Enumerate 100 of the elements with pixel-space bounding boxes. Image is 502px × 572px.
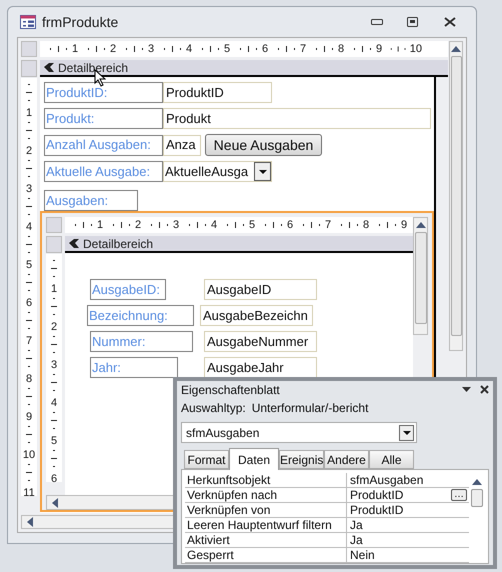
- ruler-number: 1: [50, 284, 58, 292]
- ruler-number: 4: [186, 44, 192, 54]
- dropdown-button[interactable]: [254, 162, 271, 181]
- text-field[interactable]: AusgabeJahr: [204, 357, 317, 378]
- ruler-number: 8: [26, 374, 32, 382]
- ruler-number: 7: [325, 220, 332, 230]
- new-issue-button[interactable]: Neue Ausgaben: [205, 134, 322, 156]
- property-name: Verknüpfen von: [185, 503, 347, 517]
- scrollbar-thumb[interactable]: [471, 489, 483, 507]
- ruler-number: 5: [50, 436, 58, 444]
- ruler-corner: [21, 41, 37, 57]
- property-value[interactable]: Ja: [347, 533, 469, 547]
- builder-button[interactable]: …: [451, 489, 467, 501]
- scrollbar-thumb[interactable]: [450, 56, 462, 336]
- combo-box[interactable]: AktuelleAusga: [163, 161, 272, 182]
- ruler-number: 1: [26, 108, 32, 116]
- caret-icon: [402, 430, 410, 434]
- field-label: Ausgaben:: [44, 190, 138, 211]
- scroll-left-icon: [52, 498, 58, 508]
- text-field[interactable]: AusgabeNummer: [204, 331, 317, 352]
- field-label: ProduktID:: [44, 82, 163, 103]
- property-tab[interactable]: Ereignis: [279, 450, 324, 469]
- ruler-number: 1: [72, 44, 78, 54]
- window-title: frmProdukte: [42, 12, 118, 32]
- selection-type-label: Auswahltyp:: [181, 400, 246, 416]
- ruler-number: 1: [97, 220, 104, 230]
- ruler-number: 6: [50, 474, 58, 482]
- ruler-number: 9: [26, 412, 32, 420]
- dropdown-button[interactable]: [399, 424, 414, 440]
- vertical-scrollbar[interactable]: [413, 217, 428, 335]
- section-title: Detailbereich: [58, 60, 128, 76]
- ruler-number: 2: [110, 44, 116, 54]
- field-label: AusgabeID:: [90, 279, 166, 300]
- ruler-number: 6: [262, 44, 268, 54]
- section-title: Detailbereich: [83, 236, 154, 252]
- section-header[interactable]: Detailbereich: [65, 236, 413, 253]
- property-name: Verknüpfen nach: [185, 488, 347, 502]
- field-label: Bezeichnung:: [87, 305, 194, 326]
- field-label: Anzahl Ausgaben:: [44, 134, 163, 156]
- ruler-number: 10: [410, 44, 422, 54]
- property-tab[interactable]: Alle: [369, 450, 414, 469]
- ruler-number: 6: [26, 298, 32, 306]
- text-field[interactable]: AusgabeBezeichn: [200, 305, 313, 326]
- property-name: Leeren Hauptentwurf filtern: [185, 518, 347, 532]
- property-tab[interactable]: Andere: [324, 450, 369, 469]
- ruler-number: 4: [211, 220, 218, 230]
- property-tab[interactable]: Format: [184, 450, 229, 469]
- scrollbar-thumb[interactable]: [414, 232, 426, 324]
- ruler-number: 4: [50, 398, 58, 406]
- property-name: Herkunftsobjekt: [185, 473, 347, 487]
- ruler-number: 2: [135, 220, 142, 230]
- ruler-number: 4: [26, 222, 32, 230]
- vertical-scrollbar[interactable]: [449, 41, 463, 351]
- section-marker-icon: [44, 63, 54, 72]
- combo-value: sfmAusgaben: [186, 424, 260, 442]
- dropdown-icon[interactable]: [462, 387, 471, 392]
- ruler-number: 8: [363, 220, 370, 230]
- panel-title: Eigenschaftenblatt: [181, 382, 280, 398]
- restore-icon[interactable]: [407, 17, 418, 27]
- property-name: Gesperrt: [185, 548, 347, 562]
- ruler-number: 6: [287, 220, 294, 230]
- close-icon[interactable]: [444, 17, 456, 27]
- property-tab[interactable]: Daten: [229, 448, 279, 470]
- minimize-icon[interactable]: [371, 19, 383, 25]
- text-field[interactable]: AusgabeID: [204, 279, 317, 300]
- ruler-number: 3: [26, 184, 32, 192]
- ruler-corner: [46, 217, 62, 233]
- ruler-number: 9: [376, 44, 382, 54]
- text-field[interactable]: Produkt: [163, 108, 431, 129]
- ruler-number: 7: [26, 336, 32, 344]
- ruler-number: 3: [148, 44, 154, 54]
- ruler-number: 5: [224, 44, 230, 54]
- ruler-number: 11: [23, 488, 35, 496]
- ruler-number: 9: [401, 220, 408, 230]
- property-name: Aktiviert: [185, 533, 347, 547]
- ruler-number: 10: [22, 450, 36, 458]
- ruler-number: 3: [173, 220, 180, 230]
- field-label: Nummer:: [90, 331, 193, 352]
- combo-value: AktuelleAusga: [164, 162, 250, 181]
- form-icon: [20, 15, 36, 29]
- scroll-left-icon: [27, 517, 33, 527]
- field-label: Aktuelle Ausgabe:: [44, 161, 163, 182]
- ruler-number: 2: [26, 146, 32, 154]
- property-value[interactable]: Ja: [347, 518, 469, 532]
- caret-icon: [258, 170, 266, 174]
- field-label: Produkt:: [44, 108, 163, 129]
- section-header[interactable]: Detailbereich: [40, 60, 448, 77]
- text-field[interactable]: Anza: [163, 134, 201, 156]
- scroll-up-icon: [472, 479, 482, 485]
- ruler-number: 8: [338, 44, 344, 54]
- scroll-up-icon: [416, 222, 426, 228]
- ruler-number: 3: [50, 360, 58, 368]
- text-field[interactable]: ProduktID: [163, 82, 272, 103]
- property-value[interactable]: Nein: [347, 548, 469, 562]
- close-icon[interactable]: [480, 385, 489, 394]
- ruler-number: 5: [249, 220, 256, 230]
- section-marker-icon: [69, 239, 79, 248]
- ruler-number: 7: [300, 44, 306, 54]
- object-combo-box[interactable]: sfmAusgaben: [181, 422, 417, 443]
- field-label: Jahr:: [90, 357, 178, 378]
